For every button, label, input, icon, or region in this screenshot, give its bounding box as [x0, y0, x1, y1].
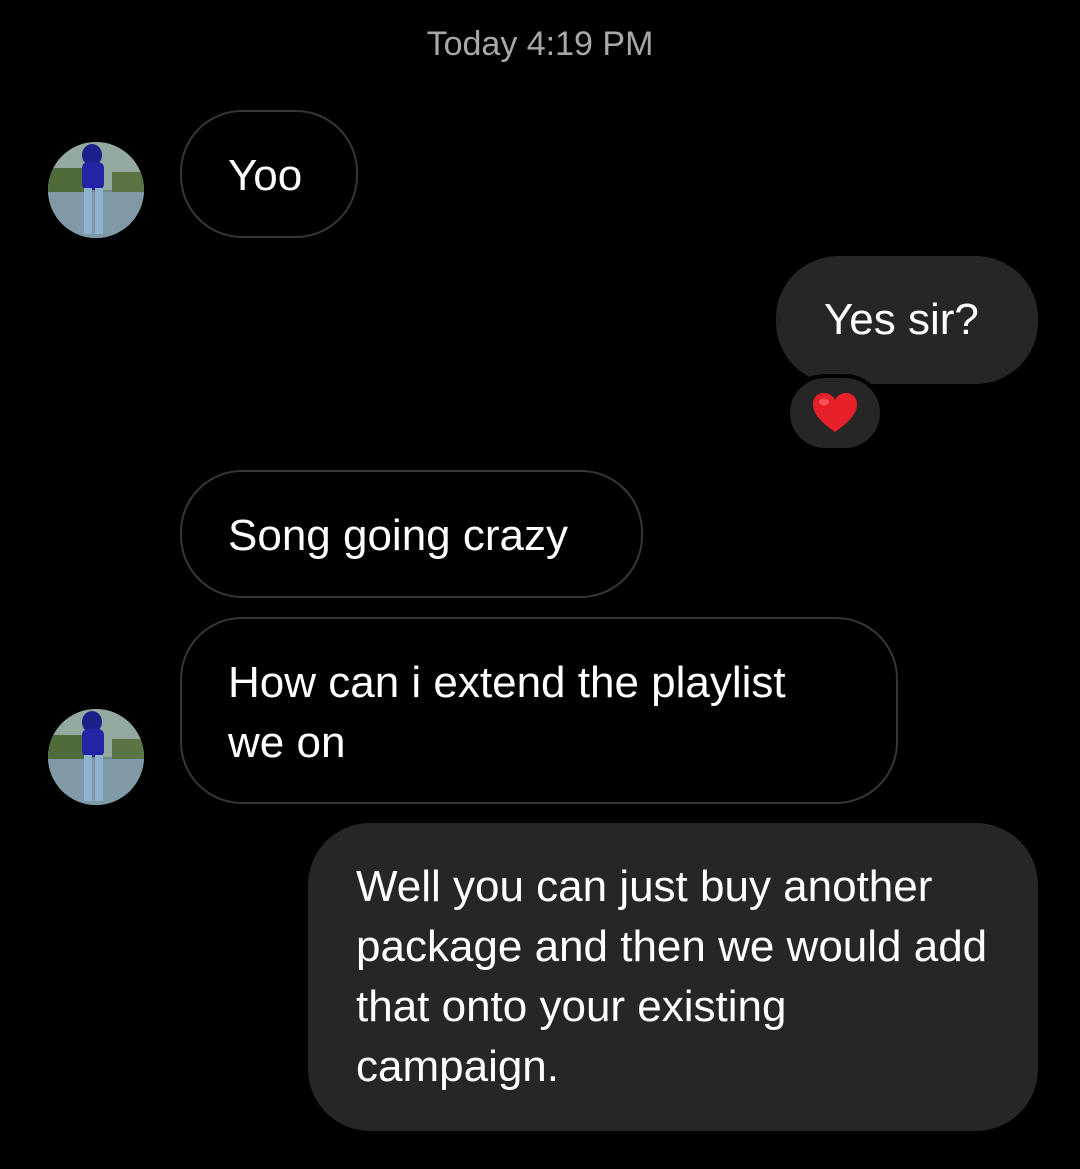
incoming-message[interactable]: How can i extend the playlist we on	[180, 617, 898, 804]
message-text: Yoo	[228, 151, 303, 200]
outgoing-message[interactable]: Yes sir?	[776, 256, 1038, 384]
avatar-photo-icon	[48, 709, 144, 805]
contact-avatar[interactable]	[48, 709, 144, 805]
message-text: Song going crazy	[228, 511, 568, 560]
chat-timestamp: Today 4:19 PM	[426, 25, 654, 63]
avatar-photo-icon	[48, 142, 144, 238]
contact-avatar[interactable]	[48, 142, 144, 238]
incoming-message[interactable]: Yoo	[180, 110, 358, 238]
heart-icon	[813, 393, 857, 432]
message-text: How can i extend the playlist we on	[228, 658, 786, 767]
message-text: Well you can just buy another package an…	[356, 862, 988, 1091]
message-text: Yes sir?	[824, 295, 979, 344]
incoming-message[interactable]: Song going crazy	[180, 470, 643, 598]
outgoing-message[interactable]: Well you can just buy another package an…	[308, 823, 1038, 1131]
message-reaction[interactable]	[786, 374, 884, 452]
